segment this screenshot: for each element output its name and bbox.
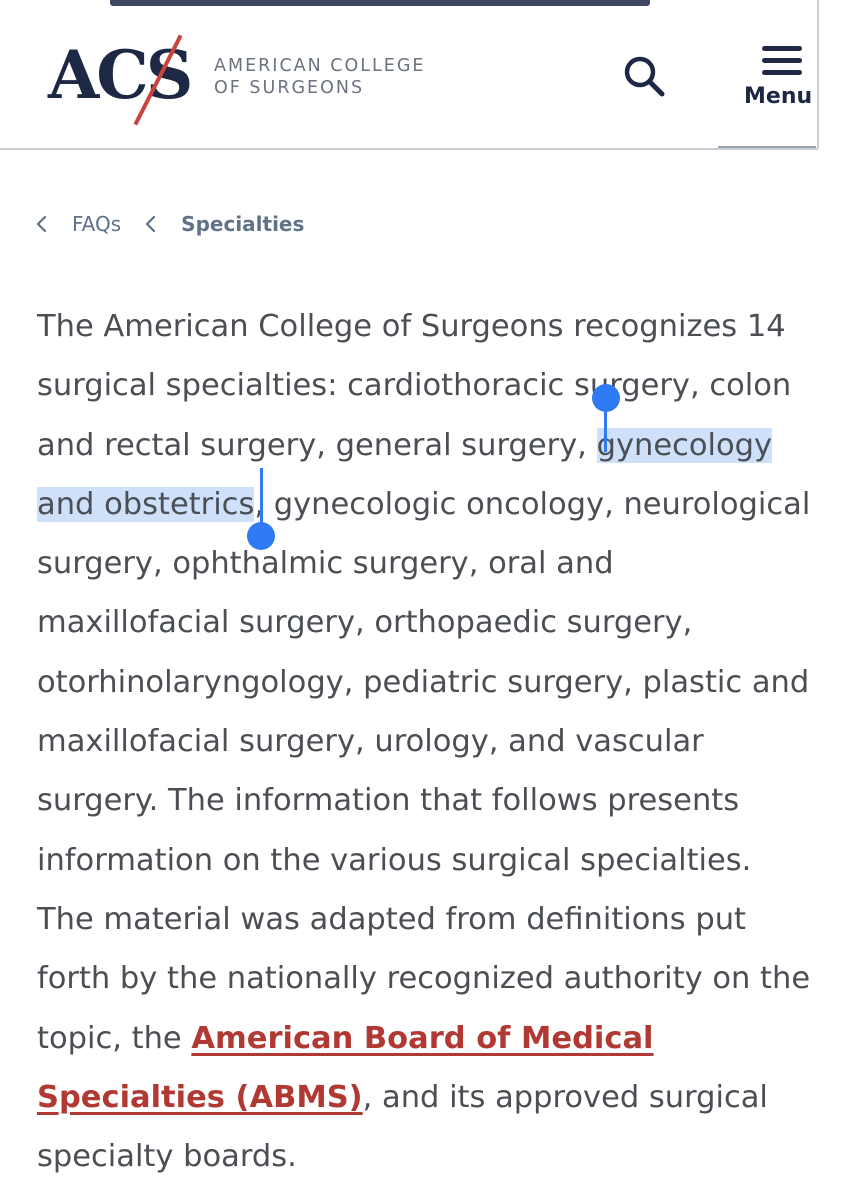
selection-start-handle[interactable]	[592, 384, 622, 468]
breadcrumb-item-faqs[interactable]: FAQs	[34, 212, 121, 236]
logo-line-1: AMERICAN COLLEGE	[214, 56, 426, 76]
article-body: The American College of Surgeons recogni…	[37, 297, 815, 1186]
logo-mark: ACS	[48, 36, 193, 114]
header-right-border	[817, 0, 819, 148]
chevron-left-icon	[36, 215, 47, 233]
logo-wordmark: AMERICAN COLLEGE OF SURGEONS	[214, 55, 425, 99]
breadcrumb-item-specialties[interactable]: Specialties	[143, 212, 304, 236]
logo-line-2: OF SURGEONS	[214, 78, 365, 98]
breadcrumb: FAQs Specialties	[34, 206, 326, 242]
chevron-left-icon	[146, 215, 156, 233]
menu-underline	[718, 146, 816, 148]
selection-end-handle[interactable]	[247, 468, 277, 552]
acs-logo[interactable]: ACS AMERICAN COLLEGE OF SURGEONS	[48, 30, 448, 126]
breadcrumb-label: Specialties	[181, 212, 305, 236]
right-edge-strip	[818, 0, 854, 1200]
article-text: , gynecologic oncology, neurological sur…	[37, 486, 811, 1056]
breadcrumb-label: FAQs	[72, 212, 122, 236]
scrolled-content-sliver	[110, 0, 650, 6]
search-icon	[624, 56, 665, 97]
menu-label: Menu	[744, 84, 813, 109]
search-button[interactable]	[618, 50, 672, 104]
site-header: ACS AMERICAN COLLEGE OF SURGEONS Menu	[0, 0, 818, 150]
hamburger-icon	[762, 46, 802, 78]
menu-button[interactable]: Menu	[740, 44, 820, 114]
